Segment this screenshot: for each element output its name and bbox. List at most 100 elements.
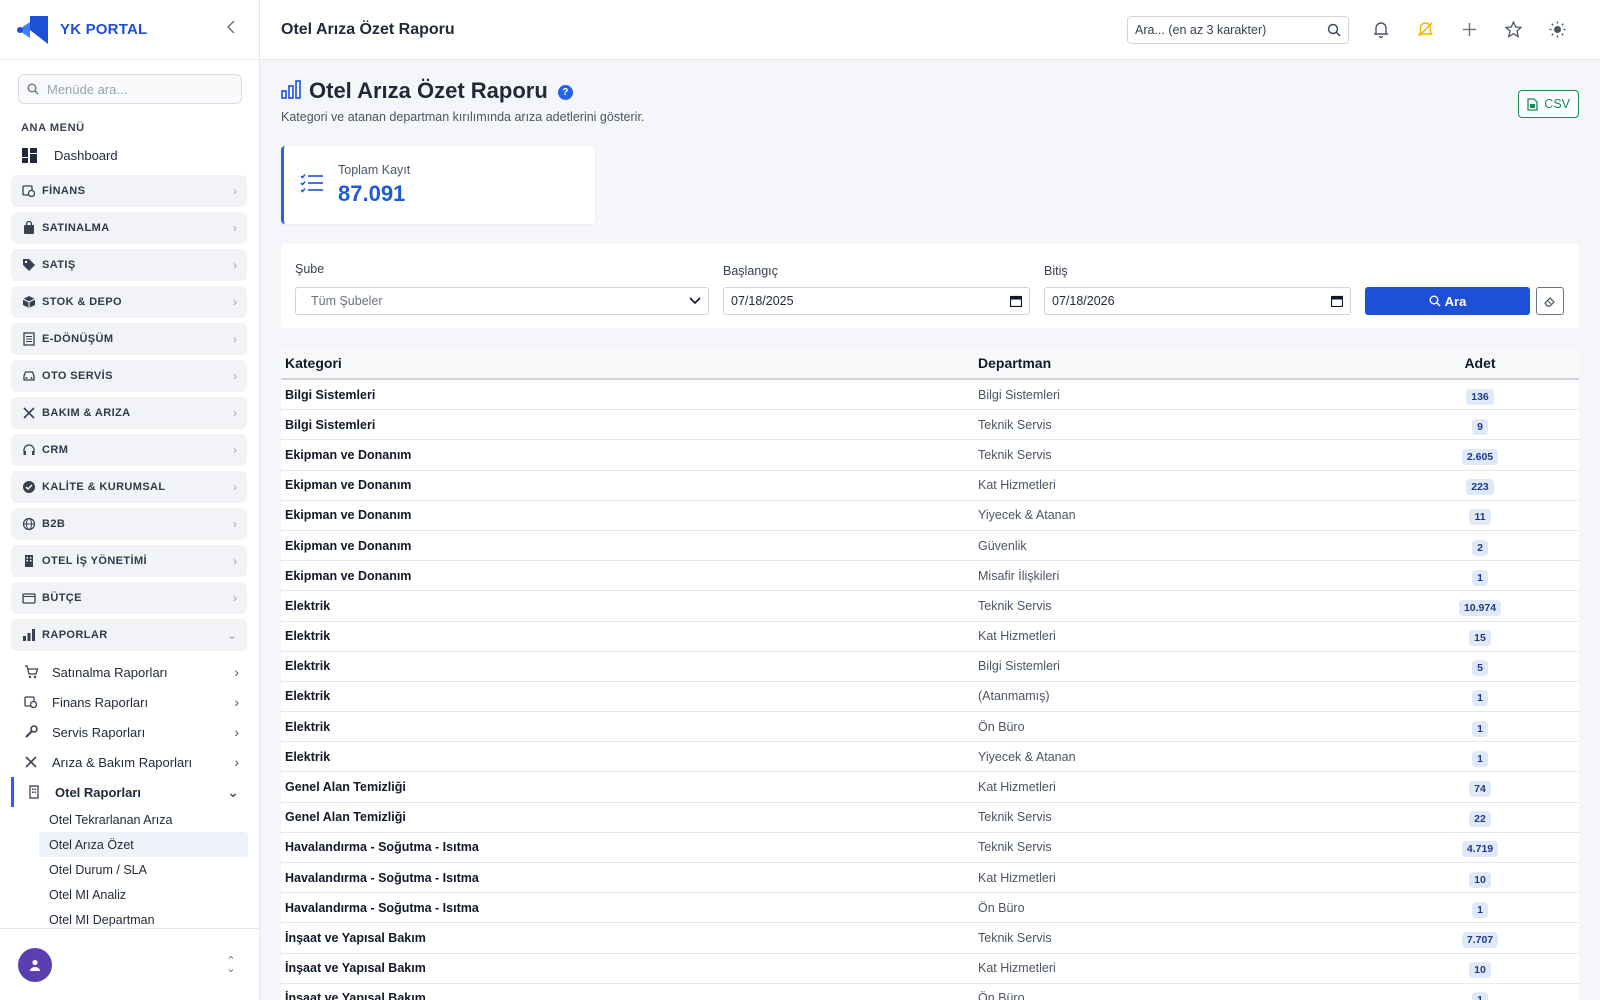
car-icon — [21, 368, 37, 384]
search-icon[interactable] — [1327, 23, 1341, 37]
plus-icon[interactable] — [1447, 23, 1491, 36]
bell-off-icon[interactable] — [1403, 21, 1447, 38]
sidebar-group-satinalma[interactable]: SATINALMA › — [11, 212, 247, 244]
chevron-right-icon: › — [233, 332, 237, 346]
sidebar-group-raporlar[interactable]: RAPORLAR ⌄ — [11, 619, 247, 651]
sidebar-group-kalite-kurumsal[interactable]: KALİTE & KURUMSAL › — [11, 471, 247, 503]
building-icon — [21, 553, 37, 569]
search-icon — [27, 83, 39, 95]
global-search-placeholder: Ara... (en az 3 karakter) — [1135, 22, 1267, 37]
cell-departman: Ön Büro — [978, 991, 1025, 1000]
sidebar-group-bakim-ariza[interactable]: BAKIM & ARIZA › — [11, 397, 247, 429]
sidebar-groups: FİNANS › SATINALMA › SATIŞ › STOK & DEPO… — [0, 175, 259, 651]
menu-search-input[interactable]: Menüde ara... — [18, 74, 242, 104]
group-label: E-DÖNÜŞÜM — [42, 333, 114, 345]
sub-label: Finans Raporları — [52, 694, 149, 710]
count-badge: 10.974 — [1458, 599, 1502, 616]
sub-label: Otel Raporları — [55, 784, 141, 800]
cell-kategori: İnşaat ve Yapısal Bakım — [285, 991, 426, 1000]
menu-search-placeholder: Menüde ara... — [47, 81, 128, 97]
theme-toggle-icon[interactable] — [1535, 21, 1579, 38]
logo-icon[interactable] — [16, 14, 48, 46]
cell-departman: Güvenlik — [978, 538, 1027, 553]
cell-adet: 1 — [1385, 898, 1579, 918]
sidebar-group-stok-depo[interactable]: STOK & DEPO › — [11, 286, 247, 318]
cell-kategori: Ekipman ve Donanım — [285, 508, 412, 523]
avatar[interactable] — [18, 947, 52, 982]
sidebar-group-otel-is-yonetimi[interactable]: OTEL İŞ YÖNETİMİ › — [11, 545, 247, 577]
sidebar-group-finans[interactable]: FİNANS › — [11, 175, 247, 207]
sidebar-group-crm[interactable]: CRM › — [11, 434, 247, 466]
start-date-input[interactable]: 07/18/2025 — [723, 287, 1030, 315]
cell-departman: Ön Büro — [978, 719, 1025, 734]
sidebar-item-ariza-bakim-raporlari[interactable]: Arıza & Bakım Raporları › — [0, 747, 259, 777]
column-header-adet[interactable]: Adet — [1385, 355, 1579, 371]
sidebar-item-finans-raporlari[interactable]: Finans Raporları › — [0, 687, 259, 717]
sidebar-leaf-otel-ariza-ozet[interactable]: Otel Arıza Özet — [39, 832, 248, 857]
cell-adet: 1 — [1385, 717, 1579, 737]
column-header-departman[interactable]: Departman — [974, 355, 1385, 371]
expand-user-menu-icon[interactable]: ⌃ ⌄ — [221, 955, 241, 974]
cell-adet: 4.719 — [1385, 837, 1579, 858]
sidebar-group-b2b[interactable]: B2B › — [11, 508, 247, 540]
cell-adet: 11 — [1385, 505, 1579, 526]
sidebar-leaf-otel-durum-sla[interactable]: Otel Durum / SLA — [0, 857, 259, 882]
bell-icon[interactable] — [1359, 21, 1403, 38]
end-date-input[interactable]: 07/18/2026 — [1044, 287, 1351, 315]
chevron-right-icon: › — [233, 480, 237, 494]
sidebar-leaf-otel-mi-analiz[interactable]: Otel MI Analiz — [0, 882, 259, 907]
chevron-right-icon: › — [233, 591, 237, 605]
collapse-sidebar-icon[interactable] — [219, 20, 243, 39]
sidebar-leaf-otel-tekrarlanan-ariza[interactable]: Otel Tekrarlanan Arıza — [0, 807, 259, 832]
brand-name[interactable]: YK PORTAL — [60, 21, 147, 38]
cell-adet: 9 — [1385, 415, 1579, 435]
column-header-kategori[interactable]: Kategori — [281, 355, 974, 371]
calendar-icon[interactable] — [1010, 295, 1022, 307]
cell-departman: Misafir İlişkileri — [978, 568, 1060, 583]
global-search-input[interactable]: Ara... (en az 3 karakter) — [1127, 15, 1349, 44]
cell-kategori: Havalandırma - Soğutma - Isıtma — [285, 840, 479, 855]
table-row: Ekipman ve Donanım Misafir İlişkileri 1 — [281, 561, 1579, 592]
sidebar-item-servis-raporlari[interactable]: Servis Raporları › — [0, 717, 259, 747]
brand-bar: YK PORTAL — [0, 0, 259, 60]
box-icon — [21, 294, 37, 310]
document-icon — [21, 331, 37, 347]
cell-departman: Kat Hizmetleri — [978, 780, 1056, 795]
start-date-label: Başlangıç — [723, 264, 778, 278]
cell-adet: 10.974 — [1385, 596, 1579, 616]
sidebar-group-e-donusum[interactable]: E-DÖNÜŞÜM › — [11, 323, 247, 355]
cell-adet: 22 — [1385, 807, 1579, 828]
report-title: Otel Arıza Özet Raporu — [309, 78, 548, 103]
sidebar-item-satinalma-raporlari[interactable]: Satınalma Raporları › — [0, 657, 259, 687]
csv-export-button[interactable]: CSV — [1518, 90, 1579, 118]
count-badge: 1 — [1472, 992, 1488, 1000]
chevron-right-icon: › — [234, 664, 239, 680]
help-icon[interactable]: ? — [557, 85, 573, 100]
sidebar-group-butce[interactable]: BÜTÇE › — [11, 582, 247, 614]
table-row: Havalandırma - Soğutma - Isıtma Ön Büro 1 — [281, 893, 1579, 924]
chevron-down-icon — [689, 297, 701, 305]
chevron-right-icon: › — [233, 184, 237, 198]
cell-adet: 136 — [1385, 385, 1579, 405]
table-row: İnşaat ve Yapısal Bakım Teknik Servis 7.70… — [281, 923, 1579, 954]
branch-select[interactable]: Tüm Şubeler — [295, 287, 709, 315]
cell-kategori: Bilgi Sistemleri — [285, 417, 376, 432]
chevron-right-icon: › — [233, 554, 237, 568]
sidebar-group-oto-servis[interactable]: OTO SERVİS › — [11, 360, 247, 392]
count-badge: 9 — [1472, 418, 1488, 435]
group-label: BÜTÇE — [42, 592, 82, 604]
search-button[interactable]: Ara — [1365, 287, 1530, 315]
calendar-icon[interactable] — [1331, 295, 1343, 307]
sidebar-footer: ⌃ ⌄ — [0, 928, 259, 1000]
sidebar-item-otel-raporlari[interactable]: Otel Raporları ⌄ — [11, 777, 248, 807]
cell-departman: Bilgi Sistemleri — [978, 659, 1060, 674]
star-icon[interactable] — [1491, 21, 1535, 38]
cell-departman: Teknik Servis — [978, 447, 1052, 462]
wrench-icon — [24, 725, 42, 739]
cell-kategori: Ekipman ve Donanım — [285, 568, 412, 583]
clear-filters-button[interactable] — [1536, 287, 1564, 315]
cell-departman: Teknik Servis — [978, 598, 1052, 613]
sidebar-group-satis[interactable]: SATIŞ › — [11, 249, 247, 281]
cell-adet: 10 — [1385, 958, 1579, 979]
sidebar-item-dashboard[interactable]: Dashboard — [0, 140, 259, 170]
